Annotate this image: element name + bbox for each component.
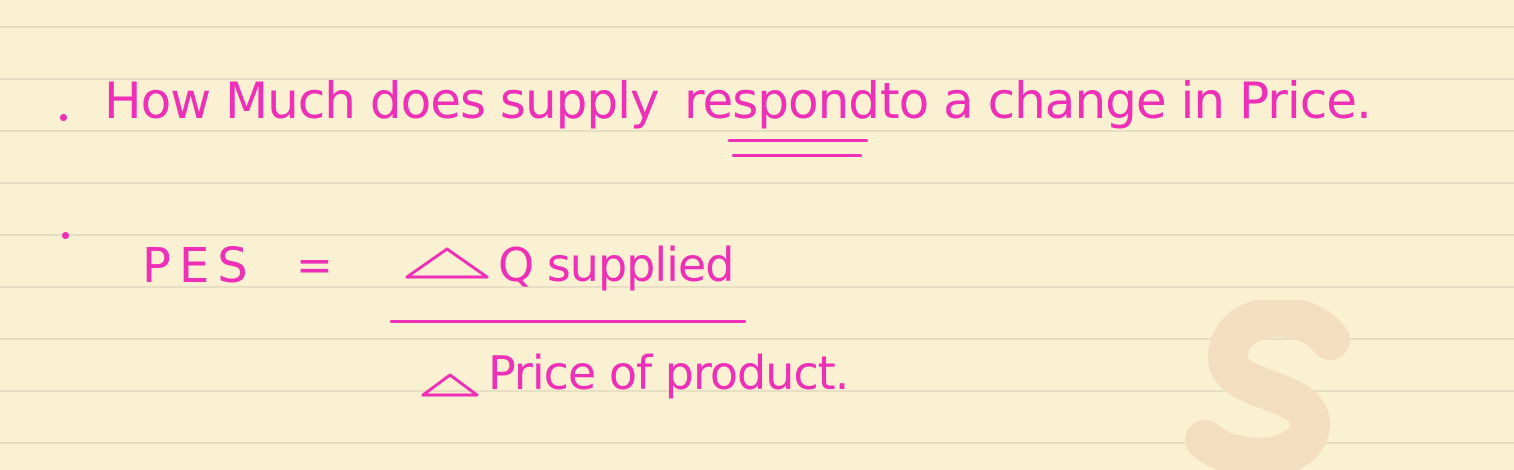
bullet-1: [60, 114, 67, 121]
respond-underline-2: [732, 154, 862, 157]
line1-emphasis: respond: [684, 72, 880, 130]
numerator-text: Q supplied: [498, 238, 734, 292]
delta-icon-small: [421, 373, 479, 397]
equals-sign: =: [296, 240, 333, 291]
line1-text-after: to a change in Price.: [880, 72, 1372, 130]
denominator-text: Price of product.: [488, 346, 849, 400]
watermark-logo: [1185, 300, 1350, 470]
bullet-2: [62, 232, 69, 239]
respond-underline-1: [728, 139, 868, 142]
pes-label: PES: [142, 238, 256, 294]
line1-text-before: How Much does supply: [104, 72, 660, 130]
delta-icon: [405, 247, 489, 279]
fraction-bar: [390, 320, 746, 323]
